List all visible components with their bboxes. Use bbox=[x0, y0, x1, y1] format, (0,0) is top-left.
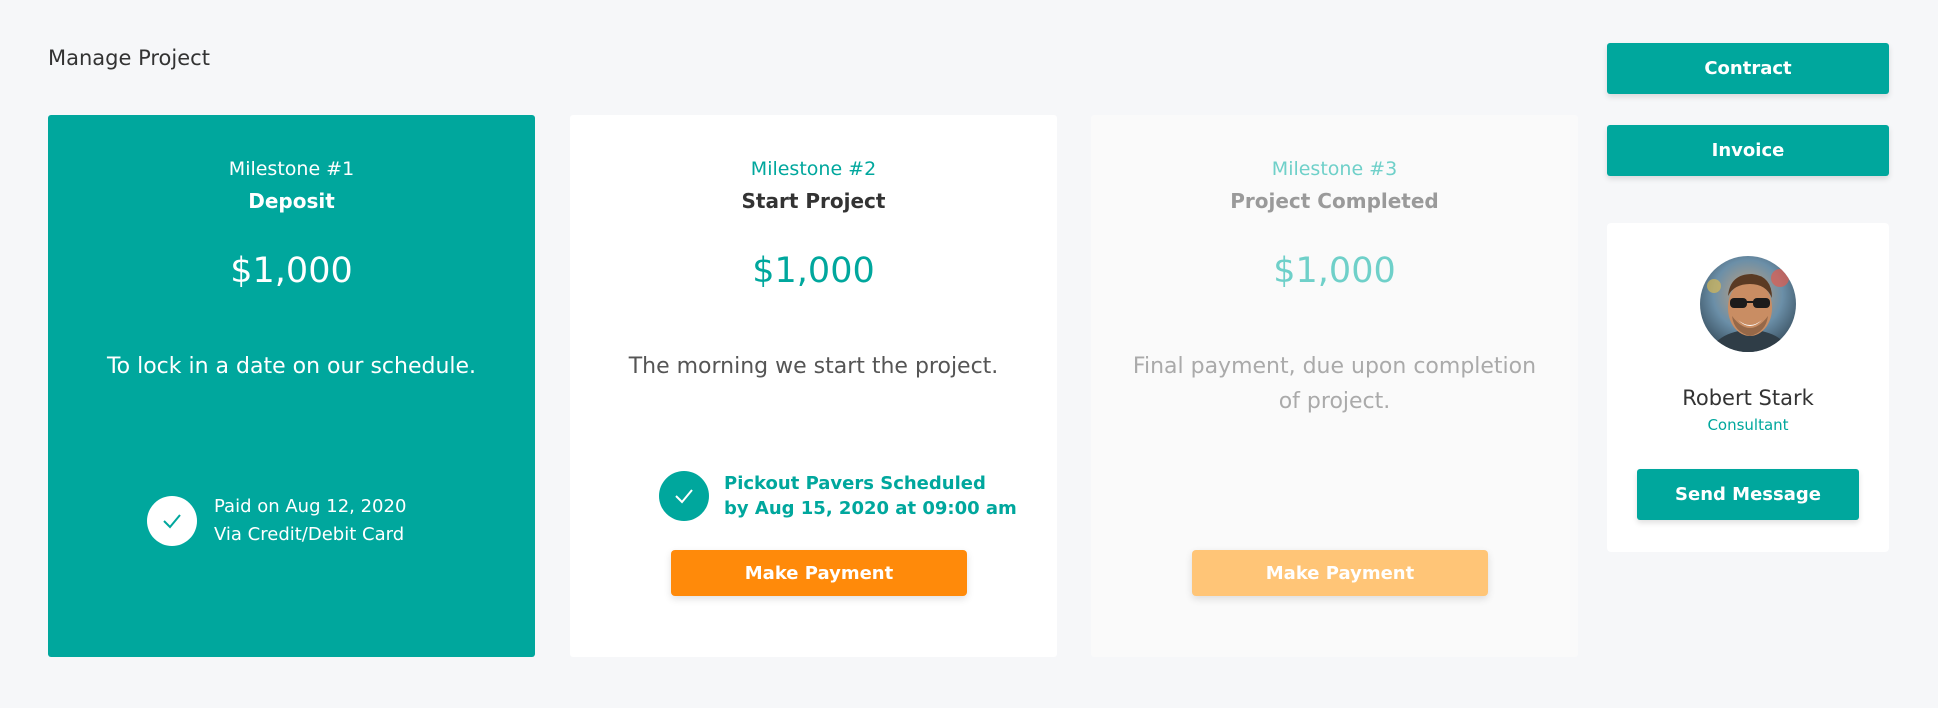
milestone-amount: $1,000 bbox=[1273, 251, 1396, 291]
consultant-role: Consultant bbox=[1707, 416, 1789, 434]
paid-method: Via Credit/Debit Card bbox=[214, 524, 405, 545]
milestone-number: Milestone #1 bbox=[228, 158, 355, 180]
milestone-description: To lock in a date on our schedule. bbox=[106, 354, 477, 379]
make-payment-button[interactable]: Make Payment bbox=[671, 550, 967, 596]
send-message-button[interactable]: Send Message bbox=[1637, 469, 1859, 520]
check-icon bbox=[147, 496, 197, 546]
contract-button[interactable]: Contract bbox=[1607, 43, 1889, 94]
invoice-button[interactable]: Invoice bbox=[1607, 125, 1889, 176]
consultant-card: Robert Stark Consultant Send Message bbox=[1607, 223, 1889, 552]
page-title: Manage Project bbox=[48, 46, 210, 70]
schedule-status: Pickout Pavers Scheduled by Aug 15, 2020… bbox=[659, 471, 1017, 521]
milestone-name: Project Completed bbox=[1230, 189, 1439, 213]
milestone-card-3: Milestone #3 Project Completed $1,000 Fi… bbox=[1091, 115, 1578, 657]
avatar bbox=[1700, 256, 1796, 352]
schedule-date: by Aug 15, 2020 at 09:00 am bbox=[724, 498, 1017, 519]
milestone-description: The morning we start the project. bbox=[628, 354, 999, 379]
paid-status: Paid on Aug 12, 2020 Via Credit/Debit Ca… bbox=[147, 493, 406, 549]
schedule-title: Pickout Pavers Scheduled bbox=[724, 473, 986, 494]
milestone-card-1: Milestone #1 Deposit $1,000 To lock in a… bbox=[48, 115, 535, 657]
paid-date: Paid on Aug 12, 2020 bbox=[214, 496, 407, 517]
milestone-name: Start Project bbox=[741, 189, 886, 213]
milestone-name: Deposit bbox=[248, 189, 335, 213]
make-payment-button-disabled[interactable]: Make Payment bbox=[1192, 550, 1488, 596]
consultant-name: Robert Stark bbox=[1682, 386, 1814, 410]
milestone-amount: $1,000 bbox=[230, 251, 353, 291]
milestone-description: Final payment, due upon completion of pr… bbox=[1132, 354, 1537, 414]
check-icon bbox=[659, 471, 709, 521]
milestone-number: Milestone #2 bbox=[750, 158, 877, 180]
milestone-card-2: Milestone #2 Start Project $1,000 The mo… bbox=[570, 115, 1057, 657]
milestone-number: Milestone #3 bbox=[1271, 158, 1398, 180]
milestone-amount: $1,000 bbox=[752, 251, 875, 291]
